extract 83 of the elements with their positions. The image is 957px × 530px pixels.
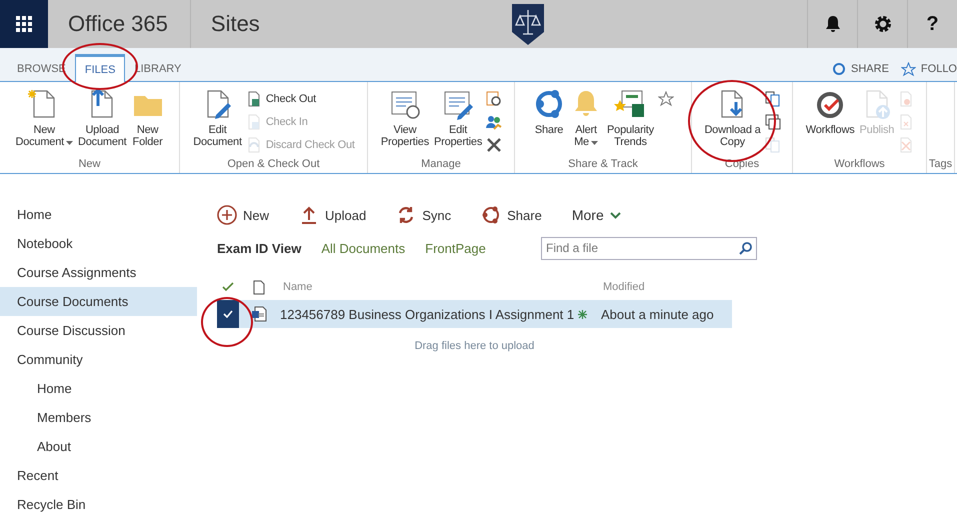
column-header[interactable]: Name — [283, 281, 603, 293]
document-icon — [898, 90, 914, 106]
column-header[interactable]: Modified — [603, 281, 645, 293]
ribbon-button[interactable]: Share — [531, 86, 568, 158]
ribbon-button[interactable]: New Document — [13, 86, 75, 158]
ribbon-button[interactable]: New Folder — [130, 86, 166, 158]
ribbon-button[interactable]: Workflows — [804, 86, 857, 158]
check-icon — [223, 310, 233, 318]
plus-circle-icon — [217, 205, 237, 225]
nav-link[interactable]: Home — [0, 200, 197, 229]
document-check-in-icon — [246, 114, 262, 130]
nav-link[interactable]: Home — [0, 374, 197, 403]
documents-icon — [764, 114, 781, 130]
gear-icon — [874, 15, 892, 33]
ribbon-button[interactable]: View Properties — [378, 86, 431, 158]
document-icon — [898, 136, 914, 152]
view-link[interactable]: Exam ID View — [217, 240, 302, 256]
documents-icon — [764, 136, 781, 152]
shield-logo-icon — [510, 2, 545, 46]
drop-hint: Drag files here to upload — [414, 340, 536, 352]
view-link[interactable]: All Documents — [321, 240, 406, 256]
ribbon-button[interactable]: Edit Document — [191, 86, 244, 158]
nav-link[interactable]: Members — [0, 403, 197, 432]
ribbon-group-label: Tags — [928, 158, 954, 172]
document-search-icon — [486, 90, 502, 106]
command-button[interactable]: New — [217, 205, 270, 225]
ribbon-button[interactable]: Download a Copy — [702, 86, 763, 158]
caret-icon — [590, 141, 598, 145]
app-title: Office 365 — [67, 10, 169, 38]
search-icon[interactable] — [739, 242, 752, 254]
ribbon-button[interactable]: Check Out — [244, 88, 356, 109]
document-icon — [898, 114, 914, 130]
star-icon — [658, 90, 674, 106]
document-check-out-icon — [246, 90, 262, 106]
ribbon-group-label: Share & Track — [567, 158, 639, 172]
nav-link[interactable]: Course Assignments — [0, 258, 197, 287]
share-icon — [481, 205, 502, 225]
x-icon — [486, 136, 502, 152]
ribbon-button[interactable]: Edit Properties — [432, 86, 484, 158]
nav-link[interactable]: Notebook — [0, 229, 197, 258]
bell-icon — [824, 15, 840, 33]
check-icon — [222, 282, 234, 292]
chart-spreadsheet-icon — [614, 88, 646, 120]
ribbon-button[interactable]: Popularity Trends — [605, 86, 656, 158]
command-button[interactable]: Share — [481, 205, 542, 225]
star-icon — [900, 62, 916, 76]
document-discard-icon — [246, 136, 262, 152]
ribbon-button[interactable]: Alert Me — [568, 86, 604, 158]
ribbon-group-label: New — [77, 158, 102, 172]
new-item-icon — [578, 310, 588, 318]
page-action-link[interactable]: FOLLO — [900, 62, 957, 76]
search-field[interactable]: Find a file — [541, 236, 757, 260]
nav-link[interactable]: Course Documents — [0, 287, 197, 316]
app-launcher-button[interactable] — [0, 0, 48, 48]
modified-time: About a minute ago — [601, 306, 714, 322]
share-icon — [832, 62, 846, 76]
command-button[interactable]: More — [572, 207, 621, 223]
nav-link[interactable]: About — [0, 432, 197, 461]
file-name[interactable]: 123456789 Business Organizations I Assignment 1 — [280, 306, 601, 322]
people-icon — [486, 114, 502, 130]
word-document-icon — [251, 306, 267, 322]
document-icon — [253, 280, 265, 294]
ribbon-group-label: Manage — [420, 158, 462, 172]
command-button[interactable]: Sync — [396, 205, 452, 225]
ribbon-group-label: Workflows — [833, 158, 886, 172]
ribbon-button[interactable]: Upload Document — [76, 86, 129, 158]
row-checkbox[interactable] — [217, 300, 239, 328]
chevron-down-icon — [610, 212, 621, 218]
caret-icon — [66, 141, 73, 145]
file-row[interactable]: 123456789 Business Organizations I Assignment 1 About a minute ago — [217, 300, 732, 328]
ribbon-tab[interactable]: FILES — [74, 54, 126, 82]
page-action-link[interactable]: SHARE — [832, 62, 889, 76]
nav-link[interactable]: Course Discussion — [0, 316, 197, 345]
annotation-circle — [201, 297, 253, 347]
section-title: Sites — [210, 10, 261, 38]
waffle-icon — [16, 16, 32, 32]
nav-link[interactable]: Recent — [0, 461, 197, 490]
ribbon-group-label: Open & Check Out — [226, 158, 321, 172]
nav-link[interactable]: Recycle Bin — [0, 490, 197, 519]
view-link[interactable]: FrontPage — [425, 240, 486, 256]
command-button[interactable]: Upload — [299, 205, 366, 225]
nav-link[interactable]: Community — [0, 345, 197, 374]
documents-icon — [764, 90, 781, 106]
